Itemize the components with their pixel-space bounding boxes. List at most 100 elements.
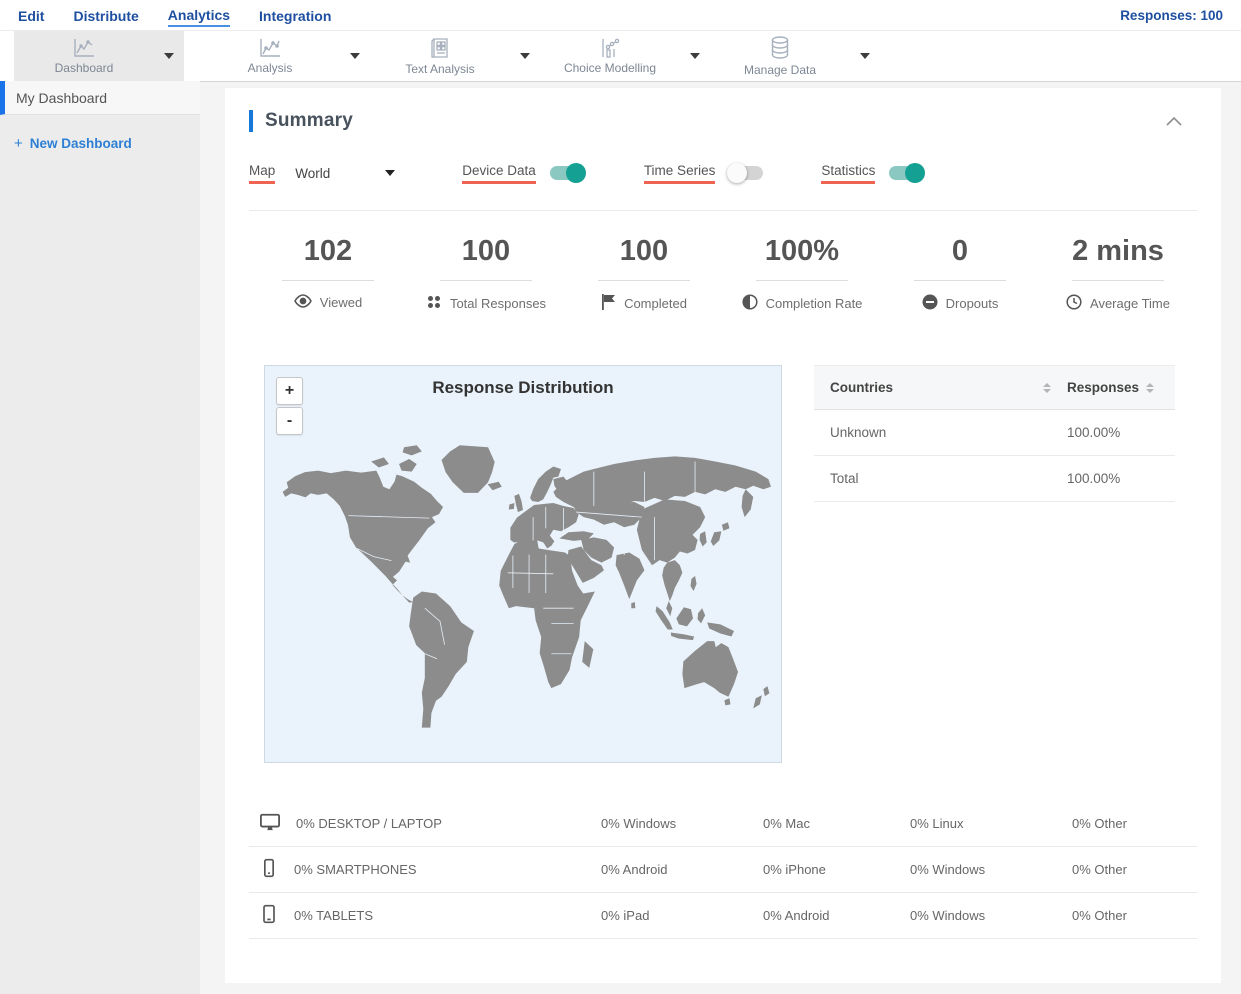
device-stat: 0% Linux (910, 816, 964, 831)
device-stat: 0% iPhone (763, 862, 826, 877)
dashboard-sidebar: My Dashboard + New Dashboard (0, 81, 200, 994)
response-distribution-map: Response Distribution + - (264, 365, 782, 763)
stat-label: Dropouts (945, 296, 999, 311)
stat-label: Completed (624, 296, 687, 311)
analytics-toolbar: Dashboard Analysis Text Analysis Choice … (0, 31, 1241, 82)
nav-item-analytics[interactable]: Analytics (167, 4, 231, 27)
top-nav: Edit Distribute Analytics Integration Re… (0, 0, 1241, 31)
device-data-label: Device Data (462, 163, 536, 184)
statistics-label: Statistics (821, 163, 876, 184)
stat-value: 100 (619, 235, 669, 267)
toolbar-item-text-analysis[interactable]: Text Analysis (370, 31, 510, 81)
device-stat: 0% Windows (910, 908, 986, 923)
smartphone-icon (259, 858, 279, 881)
device-stat: 0% Other (1072, 908, 1127, 923)
map-zoom-controls: + - (276, 377, 303, 435)
dashboard-dropdown-caret[interactable] (154, 31, 184, 81)
stat-completion-rate: 100% Completion Rate (723, 235, 881, 313)
device-stat: 0% Mac (763, 816, 810, 831)
map-control-label: Map (249, 163, 276, 184)
toolbar-label: Manage Data (743, 63, 817, 77)
table-row: 0% SMARTPHONES 0% Android 0% iPhone 0% W… (249, 847, 1197, 893)
country-responses: 100.00% (1067, 471, 1121, 486)
toggle-knob (565, 163, 586, 183)
map-region-value: World (295, 165, 331, 181)
country-name: Total (830, 471, 859, 486)
collapse-panel-button[interactable] (1165, 116, 1183, 127)
table-row: Unknown 100.00% (814, 410, 1175, 456)
time-series-toggle[interactable] (727, 163, 764, 183)
sort-icon[interactable] (1043, 382, 1051, 393)
time-series-label: Time Series (643, 163, 716, 184)
table-row: Total 100.00% (814, 456, 1175, 502)
world-map[interactable] (270, 438, 776, 743)
device-category-label: 0% TABLETS (294, 908, 373, 923)
stats-row: 102 Viewed 100 Total Responses 100 Compl… (249, 235, 1197, 313)
toggle-knob (905, 163, 926, 183)
page-title: Summary (265, 110, 353, 131)
database-icon (767, 35, 793, 61)
desktop-icon (259, 812, 281, 835)
map-zoom-out-button[interactable]: - (276, 407, 303, 435)
device-stat: 0% Other (1072, 816, 1127, 831)
statistics-toggle[interactable] (889, 163, 926, 183)
nav-item-distribute[interactable]: Distribute (73, 5, 138, 26)
choice-modelling-dropdown-caret[interactable] (680, 31, 710, 81)
chevron-down-icon (385, 170, 396, 176)
toolbar-item-analysis[interactable]: Analysis (200, 31, 340, 81)
device-stat: 0% Android (601, 862, 668, 877)
toolbar-item-manage-data[interactable]: Manage Data (710, 31, 850, 81)
chevron-down-icon (350, 53, 360, 59)
accent-bar (249, 110, 253, 132)
minus-circle-icon (922, 294, 938, 313)
toolbar-group-manage-data: Manage Data (710, 31, 880, 81)
new-dashboard-button[interactable]: + New Dashboard (14, 135, 186, 152)
responses-count: Responses: 100 (1120, 7, 1223, 23)
device-stat: 0% Other (1072, 862, 1127, 877)
chevron-down-icon (690, 53, 700, 59)
map-zoom-in-button[interactable]: + (276, 377, 303, 405)
clock-icon (1066, 294, 1082, 313)
stat-total-responses: 100 Total Responses (407, 235, 565, 313)
table-row: 0% DESKTOP / LAPTOP 0% Windows 0% Mac 0%… (249, 801, 1197, 847)
stat-label: Viewed (319, 295, 363, 310)
chevron-up-icon (1166, 116, 1182, 126)
divider (756, 280, 848, 281)
analysis-dropdown-caret[interactable] (340, 31, 370, 81)
divider (282, 280, 374, 281)
map-region-select[interactable]: World (295, 165, 396, 181)
stat-label: Average Time (1090, 296, 1170, 311)
device-stat: 0% Windows (601, 816, 677, 831)
stat-completed: 100 Completed (565, 235, 723, 313)
stat-viewed: 102 Viewed (249, 235, 407, 313)
chevron-down-icon (164, 53, 174, 59)
device-category-label: 0% DESKTOP / LAPTOP (296, 816, 442, 831)
toolbar-label: Text Analysis (405, 62, 475, 76)
device-data-toggle[interactable] (549, 163, 586, 183)
dashboard-chart-icon (71, 37, 97, 59)
nav-item-integration[interactable]: Integration (259, 5, 331, 26)
stat-value: 2 mins (1072, 235, 1164, 267)
toolbar-label: Analysis (247, 61, 293, 75)
stat-value: 0 (951, 235, 969, 267)
divider (1072, 280, 1164, 281)
toolbar-item-dashboard[interactable]: Dashboard (14, 31, 154, 81)
stat-label: Total Responses (449, 296, 547, 311)
toolbar-group-dashboard: Dashboard (14, 31, 184, 81)
sort-icon[interactable] (1146, 382, 1155, 393)
text-analysis-icon (428, 36, 452, 60)
map-title: Response Distribution (432, 378, 614, 397)
device-stat: 0% iPad (601, 908, 650, 923)
toggle-knob (727, 163, 748, 183)
manage-data-dropdown-caret[interactable] (850, 31, 880, 81)
dots-grid-icon (426, 294, 442, 313)
summary-controls: Map World Device Data Time Series Statis… (249, 160, 1197, 186)
nav-item-edit[interactable]: Edit (18, 5, 44, 26)
half-circle-icon (742, 294, 758, 313)
country-responses: 100.00% (1067, 425, 1121, 440)
text-analysis-dropdown-caret[interactable] (510, 31, 540, 81)
divider (914, 280, 1006, 281)
chevron-down-icon (520, 53, 530, 59)
sidebar-item-my-dashboard[interactable]: My Dashboard (0, 81, 200, 115)
toolbar-item-choice-modelling[interactable]: Choice Modelling (540, 31, 680, 81)
